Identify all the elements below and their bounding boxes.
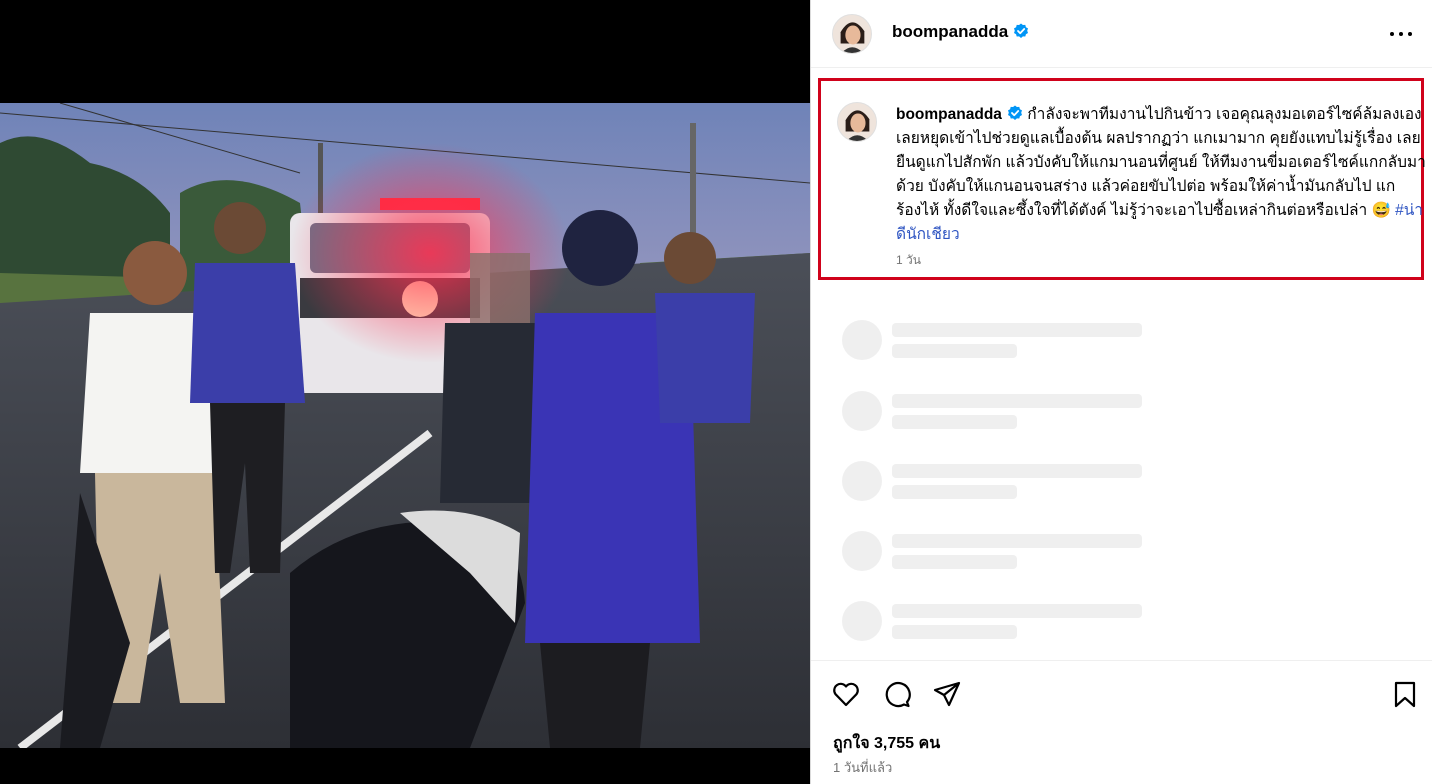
caption-username[interactable]: boompanadda <box>896 105 1023 123</box>
skeleton-avatar <box>842 601 882 641</box>
skeleton-avatar <box>842 391 882 431</box>
skeleton-line <box>892 394 1142 408</box>
avatar[interactable] <box>832 14 872 54</box>
comment-skeleton <box>842 531 1402 577</box>
skeleton-line <box>892 344 1017 358</box>
skeleton-avatar <box>842 320 882 360</box>
post-author-username[interactable]: boompanadda <box>892 22 1029 42</box>
skeleton-line <box>892 323 1142 337</box>
post-caption: boompanadda กำลังจะพาทีมงานไปกินข้าว เจอ… <box>896 103 1426 247</box>
caption-emoji: 😅 <box>1371 202 1391 219</box>
post-panel: boompanadda boompanadda กำลังจะพาทีมงานไ… <box>810 0 1432 784</box>
skeleton-line <box>892 485 1017 499</box>
caption-highlight-box: boompanadda กำลังจะพาทีมงานไปกินข้าว เจอ… <box>818 78 1426 280</box>
verified-badge-icon <box>1007 105 1022 120</box>
post-photo[interactable] <box>0 103 810 748</box>
post-header: boompanadda <box>811 0 1432 68</box>
comment-skeleton <box>842 601 1402 647</box>
post-timestamp[interactable]: 1 วันที่แล้ว <box>833 757 892 778</box>
comment-skeleton <box>842 391 1402 437</box>
skeleton-line <box>892 534 1142 548</box>
skeleton-line <box>892 604 1142 618</box>
verified-badge-icon <box>1014 23 1029 38</box>
caption-avatar[interactable] <box>837 102 877 142</box>
more-options-icon[interactable] <box>1387 20 1415 48</box>
skeleton-line <box>892 625 1017 639</box>
share-icon[interactable] <box>932 679 962 709</box>
skeleton-avatar <box>842 461 882 501</box>
skeleton-avatar <box>842 531 882 571</box>
comment-icon[interactable] <box>882 679 912 709</box>
comment-skeleton <box>842 461 1402 507</box>
comment-skeleton <box>842 320 1402 366</box>
likes-count[interactable]: ถูกใจ 3,755 คน <box>833 731 940 756</box>
post-media[interactable] <box>0 0 810 784</box>
post-actions: ถูกใจ 3,755 คน 1 วันที่แล้ว <box>811 660 1432 784</box>
skeleton-line <box>892 464 1142 478</box>
roadside-scene-image <box>0 103 810 748</box>
caption-timestamp[interactable]: 1 วัน <box>896 251 921 270</box>
skeleton-line <box>892 415 1017 429</box>
bookmark-icon[interactable] <box>1390 679 1420 709</box>
heart-icon[interactable] <box>831 679 861 709</box>
skeleton-line <box>892 555 1017 569</box>
